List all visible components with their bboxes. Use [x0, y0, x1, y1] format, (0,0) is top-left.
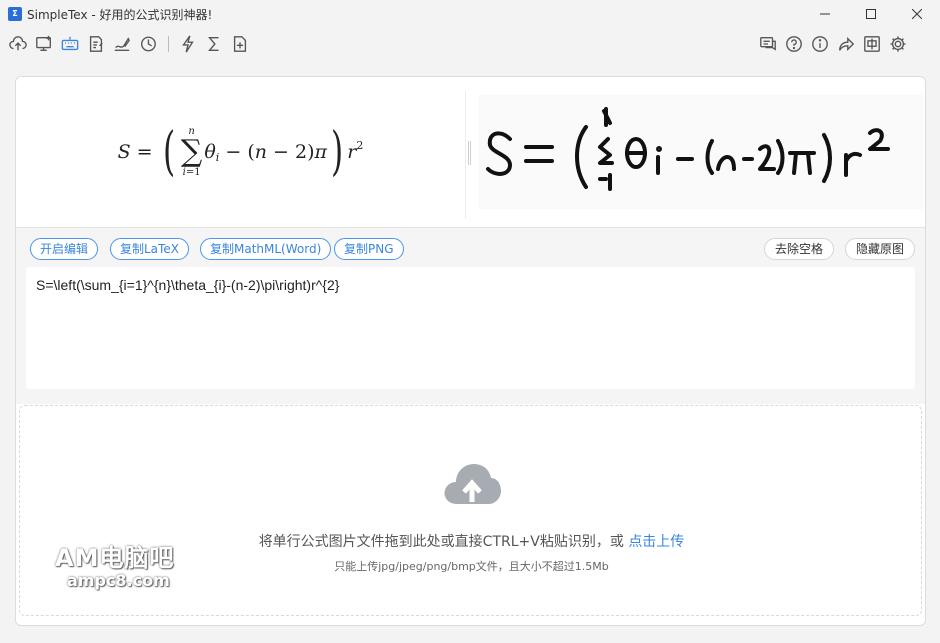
remove-spaces-button[interactable]: 去除空格: [764, 238, 835, 260]
history-icon[interactable]: [138, 34, 158, 54]
close-icon: [912, 9, 922, 19]
keyboard-icon[interactable]: [60, 34, 80, 54]
original-image: [478, 95, 924, 209]
info-icon[interactable]: [810, 34, 830, 54]
title-bar: Σ SimpleTex - 好用的公式识别神器!: [0, 0, 940, 28]
cloud-upload-icon[interactable]: [8, 34, 28, 54]
maximize-button[interactable]: [848, 0, 894, 28]
preview-divider: [465, 91, 466, 219]
sigma-icon[interactable]: [204, 34, 224, 54]
upload-link[interactable]: 点击上传: [628, 534, 684, 550]
chinese-language-icon[interactable]: [862, 34, 882, 54]
window-title: SimpleTex - 好用的公式识别神器!: [27, 8, 213, 22]
rendered-formula: S = ( n ∑ i=1 θi − (n − 2) π ) r2: [117, 122, 364, 182]
help-icon[interactable]: [784, 34, 804, 54]
flash-icon[interactable]: [178, 34, 198, 54]
maximize-icon: [866, 9, 876, 19]
drop-instructions-text: 将单行公式图片文件拖到此处或直接CTRL+V粘贴识别，或: [258, 534, 624, 550]
rendered-formula-preview: S = ( n ∑ i=1 θi − (n − 2) π ) r2: [16, 77, 465, 227]
watermark: AM电脑吧 ampc8.com: [55, 538, 195, 594]
copy-png-button[interactable]: 复制PNG: [334, 238, 404, 260]
cloud-upload-icon: [444, 464, 501, 504]
share-icon[interactable]: [836, 34, 856, 54]
latex-section: S=\left(\sum_{i=1}^{n}\theta_{i}-(n-2)\p…: [16, 267, 925, 404]
open-editor-button[interactable]: 开启编辑: [30, 238, 99, 260]
screenshot-icon[interactable]: [34, 34, 54, 54]
toolbar: [0, 28, 940, 60]
minimize-icon: [820, 13, 830, 15]
app-logo-icon: Σ: [8, 7, 22, 21]
hide-original-button[interactable]: 隐藏原图: [845, 238, 916, 260]
copy-latex-button[interactable]: 复制LaTeX: [110, 238, 189, 260]
resize-handle[interactable]: [468, 141, 471, 165]
watermark-line-1: AM电脑吧: [55, 544, 175, 572]
latex-output-field[interactable]: S=\left(\sum_{i=1}^{n}\theta_{i}-(n-2)\p…: [26, 267, 915, 389]
add-file-icon[interactable]: [230, 34, 250, 54]
handwritten-formula-image: [486, 107, 890, 191]
settings-icon[interactable]: [888, 34, 908, 54]
toolbar-separator: [168, 36, 169, 52]
handwriting-icon[interactable]: [112, 34, 132, 54]
close-button[interactable]: [894, 0, 940, 28]
minimize-button[interactable]: [802, 0, 848, 28]
copy-mathml-button[interactable]: 复制MathML(Word): [200, 238, 332, 260]
action-bar: 开启编辑 复制LaTeX 复制MathML(Word) 复制PNG 去除空格 隐…: [16, 227, 925, 267]
chat-icon[interactable]: [758, 34, 778, 54]
edit-document-icon[interactable]: [86, 34, 106, 54]
watermark-line-2: ampc8.com: [67, 571, 170, 590]
